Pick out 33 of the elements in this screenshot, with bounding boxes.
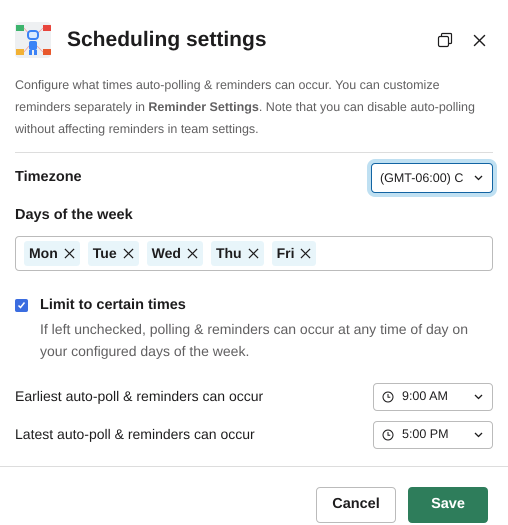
- time-select[interactable]: 5:00 PM: [373, 420, 493, 448]
- close-icon: [248, 248, 259, 259]
- timezone-label: Timezone: [15, 168, 82, 188]
- close-icon: [64, 248, 75, 259]
- day-tag[interactable]: Thu: [210, 240, 264, 266]
- save-button[interactable]: Save: [408, 486, 488, 522]
- day-tag[interactable]: Mon: [24, 240, 80, 266]
- close-icon: [300, 248, 312, 259]
- clock-icon: [382, 428, 394, 440]
- close-icon: [472, 34, 486, 46]
- days-field[interactable]: Mon Tue Wed Thu Fri: [15, 236, 493, 271]
- time-label: Latest auto-poll & reminders can occur: [15, 425, 255, 444]
- time-label: Earliest auto-poll & reminders can occur: [15, 387, 264, 406]
- robot-logo-icon: [15, 22, 51, 58]
- chevron-down-icon: [474, 175, 483, 181]
- description-text: Configure what times auto-polling & reminders can occur. You can customize reminders separately in Reminder Settings. Note that you can disable auto-polling without affecting reminders in team settings.: [14, 77, 476, 138]
- clock-icon: [382, 390, 394, 402]
- close-icon: [122, 248, 134, 259]
- day-tag[interactable]: Tue: [88, 240, 139, 266]
- days-label: Days of the week: [14, 206, 134, 225]
- chevron-down-icon: [474, 432, 483, 438]
- close-icon: [186, 248, 198, 259]
- chevron-down-icon: [474, 394, 483, 400]
- dialog-title: Scheduling settings: [67, 27, 268, 54]
- day-tag[interactable]: Fri: [272, 240, 316, 266]
- limit-label: Limit to certain times: [40, 296, 187, 315]
- check-icon: [17, 300, 26, 310]
- cancel-button[interactable]: Cancel: [316, 486, 396, 522]
- day-tag[interactable]: Wed: [146, 240, 203, 266]
- limit-checkbox[interactable]: [15, 298, 28, 312]
- limit-hint: If left unchecked, polling & reminders can occur at any time of day on your configured days of the week.: [40, 320, 470, 361]
- time-select[interactable]: 9:00 AM: [373, 382, 493, 410]
- copy-icon: [437, 32, 453, 48]
